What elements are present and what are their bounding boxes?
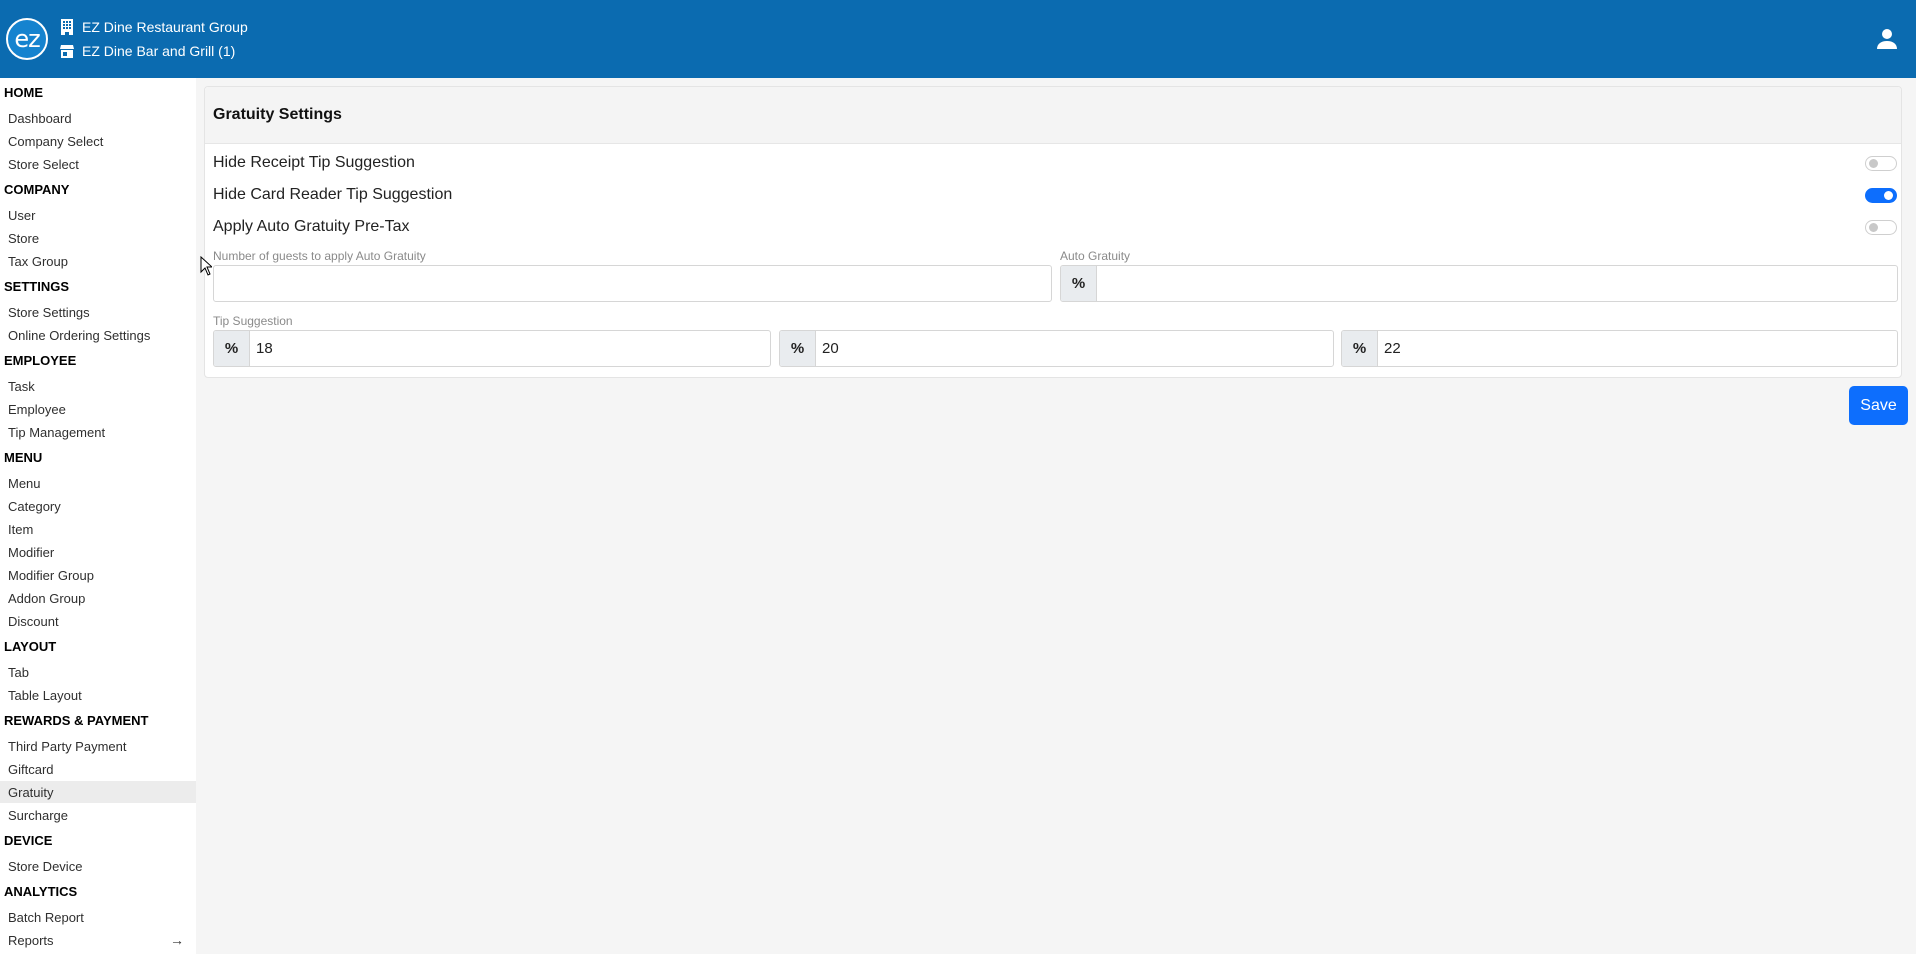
company-name: EZ Dine Restaurant Group xyxy=(82,19,248,35)
toggle-label: Hide Receipt Tip Suggestion xyxy=(213,154,415,171)
hide-card-reader-tip-switch[interactable] xyxy=(1865,188,1897,203)
guests-input-group xyxy=(213,265,1052,302)
sidebar-item-table-layout[interactable]: Table Layout xyxy=(0,684,196,706)
store-selector[interactable]: EZ Dine Bar and Grill (1) xyxy=(60,41,235,61)
section-menu: MENU xyxy=(4,450,43,465)
sidebar-item-store[interactable]: Store xyxy=(0,227,196,249)
sidebar-item-user[interactable]: User xyxy=(0,204,196,226)
sidebar-item-discount[interactable]: Discount xyxy=(0,610,196,632)
sidebar-item-batch-report[interactable]: Batch Report xyxy=(0,906,196,928)
auto-gratuity-label: Auto Gratuity xyxy=(1060,249,1131,263)
section-rewards-payment: REWARDS & PAYMENT xyxy=(4,713,149,728)
tip-suggestion-2-input[interactable] xyxy=(816,331,1333,366)
auto-gratuity-input-group: % xyxy=(1060,265,1898,302)
user-account-icon[interactable] xyxy=(1876,28,1898,50)
sidebar-item-store-select[interactable]: Store Select xyxy=(0,153,196,175)
store-name: EZ Dine Bar and Grill (1) xyxy=(82,43,236,59)
sidebar-item-employee[interactable]: Employee xyxy=(0,398,196,420)
sidebar-item-tax-group[interactable]: Tax Group xyxy=(0,250,196,272)
sidebar-item-modifier[interactable]: Modifier xyxy=(0,541,196,563)
section-device: DEVICE xyxy=(4,833,53,848)
toggle-row-hide-receipt-tip: Hide Receipt Tip Suggestion xyxy=(213,151,1897,175)
auto-gratuity-pretax-switch[interactable] xyxy=(1865,220,1897,235)
guests-input[interactable] xyxy=(214,266,1051,301)
sidebar-item-third-party-payment[interactable]: Third Party Payment xyxy=(0,735,196,757)
sidebar-item-modifier-group[interactable]: Modifier Group xyxy=(0,564,196,586)
sidebar-item-surcharge[interactable]: Surcharge xyxy=(0,804,196,826)
arrow-right-icon: → xyxy=(170,932,184,948)
shop-icon xyxy=(60,45,74,58)
guests-label: Number of guests to apply Auto Gratuity xyxy=(213,249,426,263)
sidebar-item-gratuity[interactable]: Gratuity xyxy=(0,781,196,803)
ez-logo[interactable]: ez xyxy=(6,18,48,60)
section-home: HOME xyxy=(4,85,43,100)
percent-icon: % xyxy=(780,331,816,366)
tip-suggestion-3-group: % xyxy=(1341,330,1898,367)
sidebar-item-store-settings[interactable]: Store Settings xyxy=(0,301,196,323)
card-title: Gratuity Settings xyxy=(205,87,1901,144)
tip-suggestion-3-input[interactable] xyxy=(1378,331,1897,366)
company-selector[interactable]: EZ Dine Restaurant Group xyxy=(60,17,248,37)
reports-label: Reports xyxy=(8,932,54,948)
toggle-label: Hide Card Reader Tip Suggestion xyxy=(213,186,453,203)
tip-suggestion-label: Tip Suggestion xyxy=(213,314,293,328)
sidebar-item-online-ordering-settings[interactable]: Online Ordering Settings xyxy=(0,324,196,346)
tip-suggestion-1-input[interactable] xyxy=(250,331,770,366)
top-bar: ez EZ Dine Restaurant Group EZ Dine Bar … xyxy=(0,0,1916,78)
section-layout: LAYOUT xyxy=(4,639,57,654)
sidebar-item-reports[interactable]: Reports → xyxy=(0,929,196,951)
sidebar-item-tip-management[interactable]: Tip Management xyxy=(0,421,196,443)
section-analytics: ANALYTICS xyxy=(4,884,78,899)
section-settings: SETTINGS xyxy=(4,279,70,294)
tip-suggestion-2-group: % xyxy=(779,330,1334,367)
save-button[interactable]: Save xyxy=(1849,386,1908,425)
toggle-row-auto-gratuity-pretax: Apply Auto Gratuity Pre-Tax xyxy=(213,215,1897,239)
sidebar-item-store-device[interactable]: Store Device xyxy=(0,855,196,877)
section-company: COMPANY xyxy=(4,182,70,197)
gratuity-settings-card: Gratuity Settings Hide Receipt Tip Sugge… xyxy=(204,86,1902,378)
percent-icon: % xyxy=(1061,266,1097,301)
building-icon xyxy=(61,19,73,35)
toggle-label: Apply Auto Gratuity Pre-Tax xyxy=(213,218,410,235)
sidebar-item-dashboard[interactable]: Dashboard xyxy=(0,107,196,129)
sidebar: HOME Dashboard Company Select Store Sele… xyxy=(0,78,196,954)
auto-gratuity-input[interactable] xyxy=(1097,266,1897,301)
sidebar-item-menu[interactable]: Menu xyxy=(0,472,196,494)
toggle-row-hide-card-reader-tip: Hide Card Reader Tip Suggestion xyxy=(213,183,1897,207)
sidebar-item-category[interactable]: Category xyxy=(0,495,196,517)
sidebar-item-giftcard[interactable]: Giftcard xyxy=(0,758,196,780)
section-employee: EMPLOYEE xyxy=(4,353,77,368)
sidebar-item-item[interactable]: Item xyxy=(0,518,196,540)
main-content: Gratuity Settings Hide Receipt Tip Sugge… xyxy=(196,78,1916,954)
mouse-cursor-icon xyxy=(200,256,212,276)
sidebar-item-company-select[interactable]: Company Select xyxy=(0,130,196,152)
hide-receipt-tip-switch[interactable] xyxy=(1865,156,1897,171)
percent-icon: % xyxy=(214,331,250,366)
sidebar-item-task[interactable]: Task xyxy=(0,375,196,397)
tip-suggestion-1-group: % xyxy=(213,330,771,367)
sidebar-item-addon-group[interactable]: Addon Group xyxy=(0,587,196,609)
percent-icon: % xyxy=(1342,331,1378,366)
sidebar-item-tab[interactable]: Tab xyxy=(0,661,196,683)
